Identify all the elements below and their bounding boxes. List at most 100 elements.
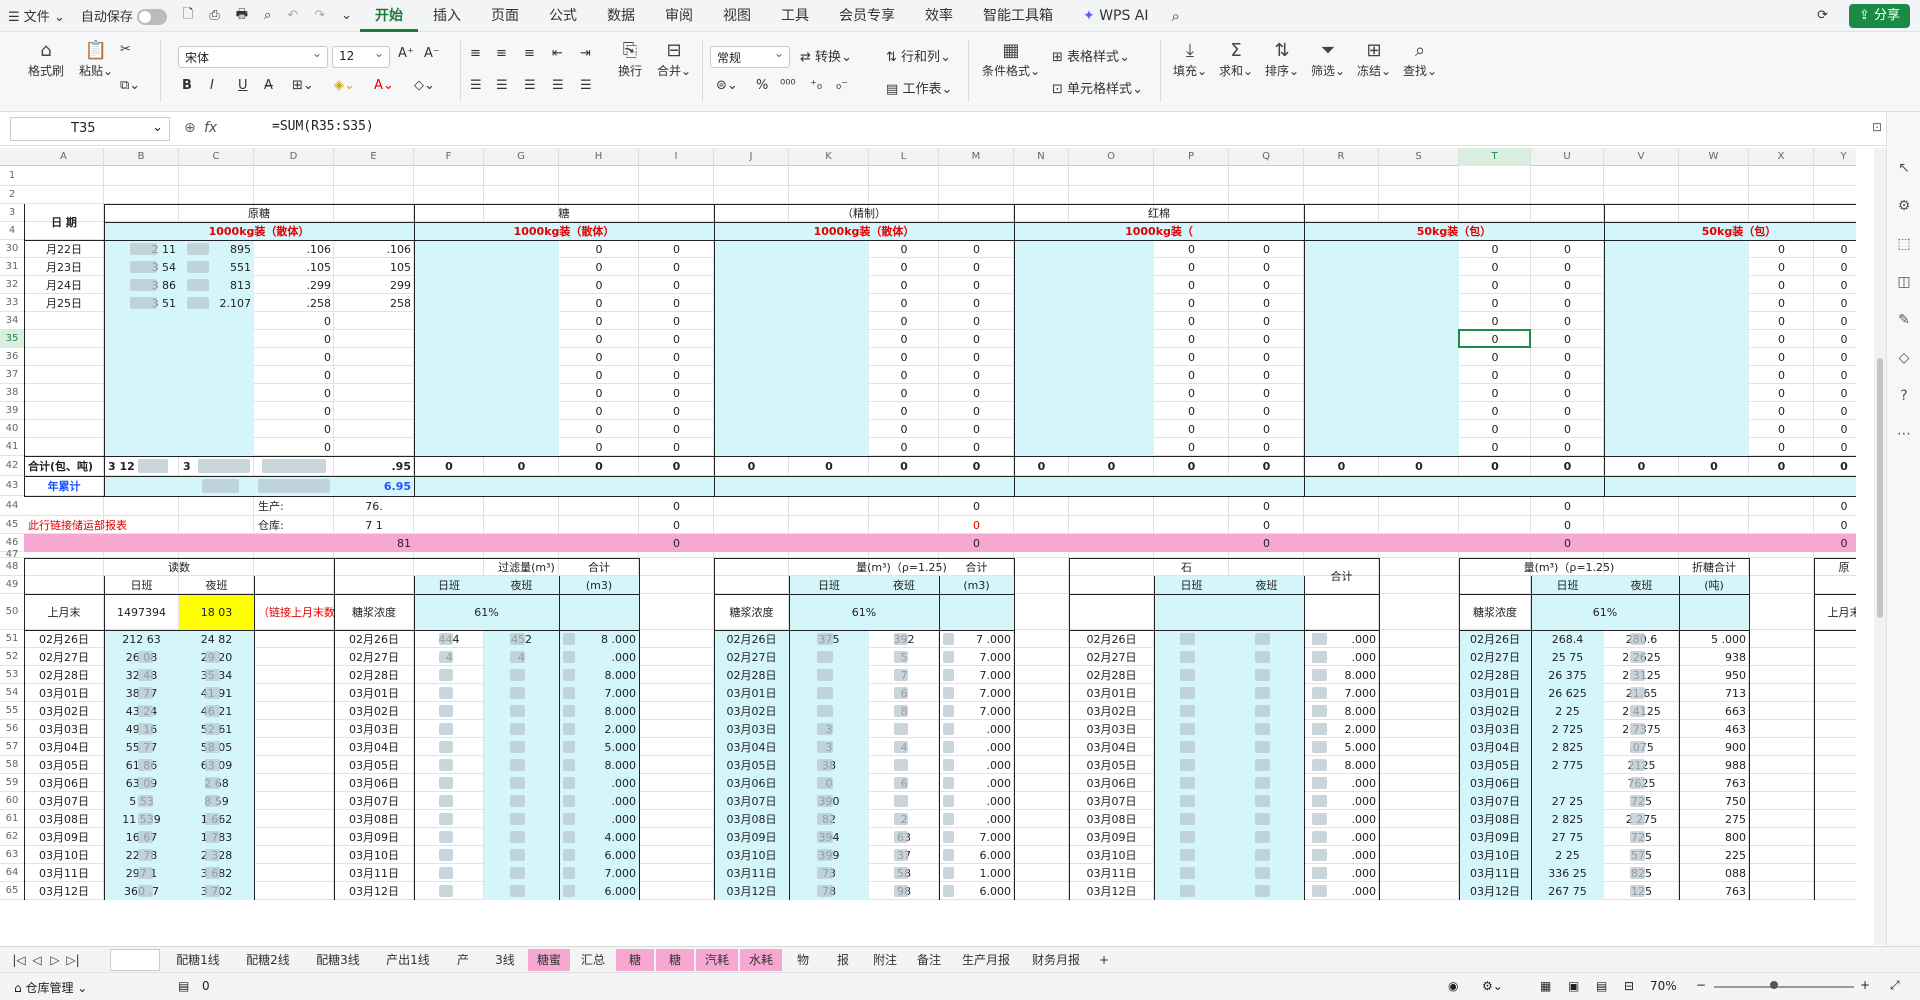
zero-cell[interactable]: 0 (1814, 276, 1856, 294)
subtotal-cell[interactable]: 0 (254, 330, 334, 348)
indent-decrease-icon[interactable]: ⇤ (552, 46, 563, 61)
grow-font-icon[interactable]: A⁺ (398, 46, 414, 61)
tool-icon[interactable]: ✎ (1895, 312, 1913, 330)
date-cell[interactable]: 03月04日 (1069, 738, 1154, 756)
day-header[interactable]: 日班 (414, 576, 484, 594)
date-cell[interactable]: 02月26日 (334, 630, 414, 648)
row-header-60[interactable]: 60 (0, 792, 24, 810)
column-header-P[interactable]: P (1154, 148, 1229, 166)
column-header-C[interactable]: C (179, 148, 254, 166)
zero-cell[interactable]: 0 (1814, 258, 1856, 276)
zero-cell[interactable]: 0 (639, 258, 714, 276)
zero-cell[interactable]: 0 (639, 330, 714, 348)
zero-cell[interactable]: 0 (1154, 294, 1229, 312)
zero-cell[interactable]: 0 (1749, 258, 1814, 276)
spacer[interactable] (1679, 222, 1749, 240)
date-cell[interactable]: 03月05日 (24, 756, 104, 774)
spacer[interactable] (639, 222, 714, 240)
sub-header[interactable] (1379, 240, 1459, 258)
info-zero[interactable]: 0 (1531, 534, 1604, 552)
month-end-b[interactable]: 1497394 (104, 594, 179, 630)
row-header-38[interactable]: 38 (0, 384, 24, 402)
save-icon[interactable]: 🗋 (175, 5, 201, 27)
zero-cell[interactable]: 0 (639, 420, 714, 438)
search-icon[interactable]: ⌕ (1164, 7, 1188, 25)
spacer[interactable] (484, 222, 559, 240)
link-prev-month-note[interactable]: （链接上月末数据） (254, 594, 334, 630)
date-cell[interactable]: 02月26日 (24, 630, 104, 648)
zero-cell[interactable]: 0 (1814, 420, 1856, 438)
date-cell[interactable]: 02月27日 (1459, 648, 1531, 666)
ton-cell[interactable]: 105 (334, 258, 414, 276)
row-header-2[interactable]: 2 (0, 186, 24, 204)
zero-cell[interactable]: 0 (1749, 366, 1814, 384)
zero-cell[interactable]: 0 (559, 420, 639, 438)
date-cell[interactable]: 03月11日 (334, 864, 414, 882)
sheet-tab[interactable]: 备注 (908, 949, 950, 971)
zero-cell[interactable]: 0 (1814, 384, 1856, 402)
volume-day[interactable]: 2 725 (1531, 720, 1604, 738)
zoom-out-icon[interactable]: − (1696, 978, 1706, 992)
zero-cell[interactable]: 0 (939, 276, 1014, 294)
spacer[interactable] (1154, 222, 1229, 240)
date-cell[interactable]: 02月27日 (714, 648, 789, 666)
ton-cell[interactable]: 299 (334, 276, 414, 294)
date-cell[interactable]: 03月08日 (714, 810, 789, 828)
concentration-label[interactable]: 糖浆浓度 (1459, 594, 1531, 630)
column-header-R[interactable]: R (1304, 148, 1379, 166)
spacer[interactable] (1069, 222, 1154, 240)
total-zero[interactable]: 0 (639, 456, 714, 476)
redo-icon[interactable]: ↷ (306, 8, 333, 23)
date-cell[interactable]: 03月02日 (1069, 702, 1154, 720)
toggle-icon[interactable] (136, 9, 167, 26)
zero-cell[interactable]: 0 (869, 420, 939, 438)
date-cell[interactable]: 03月06日 (714, 774, 789, 792)
row-header-43[interactable]: 43 (0, 476, 24, 496)
spacer[interactable] (1749, 222, 1814, 240)
total-zero[interactable]: 0 (1749, 456, 1814, 476)
date-cell[interactable]: 月24日 (24, 276, 104, 294)
column-header-A[interactable]: A (24, 148, 104, 166)
spacer[interactable] (1814, 222, 1856, 240)
zero-cell[interactable]: 0 (1749, 438, 1814, 456)
fold-total[interactable]: 800 (1679, 828, 1749, 846)
zero-cell[interactable]: 0 (1229, 276, 1304, 294)
zero-cell[interactable]: 0 (1531, 384, 1604, 402)
info-zero[interactable]: 0 (1814, 496, 1856, 516)
fx-icon[interactable]: fx (204, 120, 217, 136)
total-zero[interactable]: 0 (1069, 456, 1154, 476)
volume-day[interactable]: 267 75 (1531, 882, 1604, 900)
date-cell[interactable]: 03月11日 (1069, 864, 1154, 882)
sub-header[interactable] (1679, 240, 1749, 258)
zero-cell[interactable]: 0 (869, 240, 939, 258)
info-zero[interactable]: 0 (1531, 516, 1604, 534)
zero-cell[interactable]: 0 (1459, 294, 1531, 312)
zero-cell[interactable]: 0 (869, 384, 939, 402)
align-right-icon[interactable]: ☰ (524, 78, 536, 93)
clear-icon[interactable]: ◇⌄ (414, 78, 435, 93)
subtotal-cell[interactable]: .106 (254, 240, 334, 258)
zero-cell[interactable]: 0 (559, 438, 639, 456)
column-header-E[interactable]: E (334, 148, 414, 166)
zero-cell[interactable]: 0 (1814, 294, 1856, 312)
total-header[interactable]: 合计 (559, 558, 639, 576)
date-cell[interactable]: 03月12日 (1069, 882, 1154, 900)
spacer[interactable] (1531, 222, 1604, 240)
zero-cell[interactable]: 0 (1459, 348, 1531, 366)
group-title[interactable]: 原糖 (104, 204, 414, 222)
zero-cell[interactable]: 0 (939, 366, 1014, 384)
date-cell[interactable]: 03月01日 (1459, 684, 1531, 702)
spacer[interactable] (1304, 222, 1379, 240)
volume-day[interactable]: 2 25 (1531, 702, 1604, 720)
normal-view-icon[interactable]: ▦ (1540, 979, 1551, 993)
fold-total[interactable]: 763 (1679, 774, 1749, 792)
selected-cell[interactable] (1458, 329, 1531, 348)
zero-cell[interactable]: 0 (1749, 384, 1814, 402)
date-cell[interactable]: 03月04日 (334, 738, 414, 756)
date-cell[interactable]: 03月11日 (714, 864, 789, 882)
zero-cell[interactable]: 0 (869, 402, 939, 420)
row-header-64[interactable]: 64 (0, 864, 24, 882)
total-zero[interactable]: 0 (1604, 456, 1679, 476)
tab-wps-ai[interactable]: ✦ WPS AI (1068, 0, 1164, 32)
day-header[interactable]: 日班 (104, 576, 179, 594)
